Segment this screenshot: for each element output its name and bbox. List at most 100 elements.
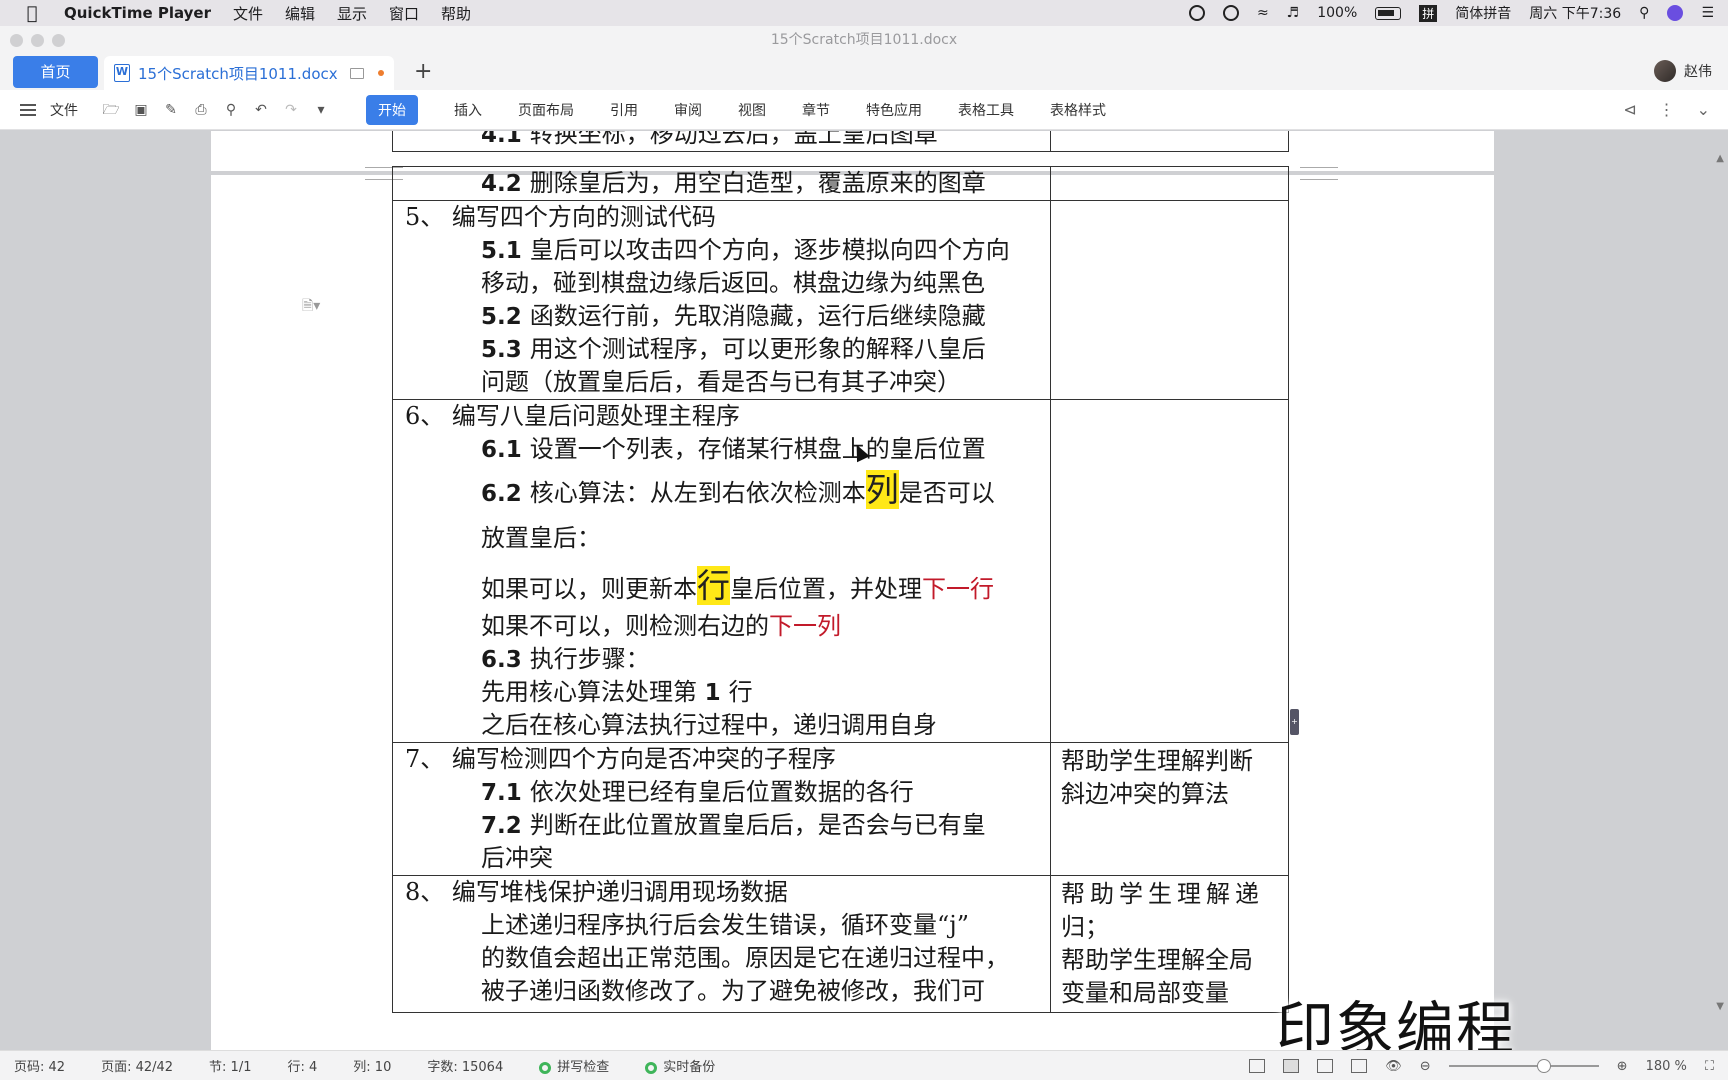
window-controls: [10, 34, 65, 47]
close-window-button[interactable]: [10, 34, 23, 47]
page-view-icon[interactable]: [1283, 1059, 1300, 1073]
clock[interactable]: 周六 下午7:36: [1529, 3, 1621, 23]
scroll-up-icon[interactable]: ▲: [1716, 153, 1724, 164]
input-method-icon[interactable]: 拼: [1419, 4, 1438, 22]
item-number: 6.1: [481, 437, 522, 463]
print-icon[interactable]: ⎙: [192, 102, 210, 118]
status-bar: 页码: 42 页面: 42/42 节: 1/1 行: 4 列: 10 字数: 1…: [0, 1050, 1728, 1080]
tab-special-features[interactable]: 特色应用: [866, 100, 922, 120]
outline-text: 放置皇后：: [481, 524, 601, 552]
collapse-ribbon-icon[interactable]: ⌄: [1697, 100, 1710, 119]
save-icon[interactable]: ▣: [132, 102, 150, 118]
minimize-window-button[interactable]: [31, 34, 44, 47]
item-number: 6.3: [481, 647, 522, 673]
input-method-label[interactable]: 简体拼音: [1455, 3, 1511, 23]
spotlight-search-icon[interactable]: ⚲: [1639, 5, 1649, 21]
scroll-down-icon[interactable]: ▼: [1716, 1001, 1724, 1012]
previous-page-table: 4.1 转换坐标，移动过去后，盖上皇后图章: [392, 131, 1289, 152]
menu-view[interactable]: 显示: [337, 3, 367, 24]
open-folder-icon[interactable]: 🗁: [102, 102, 120, 118]
tab-view[interactable]: 视图: [738, 100, 766, 120]
tab-references[interactable]: 引用: [610, 100, 638, 120]
share-icon[interactable]: ⊲: [1623, 100, 1636, 119]
outline-view-icon[interactable]: [1317, 1059, 1334, 1073]
app-menu[interactable]: QuickTime Player: [64, 4, 211, 22]
outline-text: 设置一个列表，存储某行棋盘上的皇后位置: [529, 435, 986, 463]
vertical-scrollbar[interactable]: ▲ ▼: [1712, 131, 1728, 1050]
zoom-window-button[interactable]: [52, 34, 65, 47]
file-menu-button[interactable]: 文件: [50, 100, 78, 120]
zoom-slider-knob[interactable]: [1536, 1059, 1551, 1073]
new-tab-button[interactable]: +: [414, 56, 432, 88]
status-page[interactable]: 页面: 42/42: [101, 1056, 173, 1075]
crop-mark: [1300, 167, 1338, 168]
section-heading: 6、 编写八皇后问题处理主程序: [405, 402, 740, 430]
control-center-icon[interactable]: ☰: [1701, 5, 1714, 21]
outline-text: 先用核心算法处理第: [481, 678, 697, 706]
outline-text: 移动，碰到棋盘边缘后返回。棋盘边缘为纯黑色: [481, 269, 985, 297]
print-preview-icon[interactable]: ⚲: [222, 102, 240, 118]
status-section: 节: 1/1: [209, 1060, 252, 1075]
table-row: 8、 编写堆栈保护递归调用现场数据 上述递归程序执行后会发生错误，循环变量“j”…: [392, 875, 1289, 1013]
fullscreen-view-icon[interactable]: [1249, 1059, 1266, 1073]
menu-edit[interactable]: 编辑: [285, 3, 315, 24]
wifi-icon[interactable]: ≈: [1257, 5, 1269, 21]
user-name: 赵伟: [1684, 64, 1712, 80]
zoom-level[interactable]: 180 %: [1646, 1059, 1687, 1074]
home-tab[interactable]: 首页: [13, 56, 98, 88]
tab-insert[interactable]: 插入: [454, 100, 482, 120]
document-tab[interactable]: W 15个Scratch项目1011.docx: [104, 56, 394, 90]
tab-table-style[interactable]: 表格样式: [1050, 100, 1106, 120]
table-row: 7、 编写检测四个方向是否冲突的子程序 7.1 依次处理已经有皇后位置数据的各行 …: [392, 742, 1289, 876]
tab-home[interactable]: 开始: [366, 94, 418, 125]
note-text: 变量和局部变量: [1061, 979, 1229, 1007]
zoom-slider[interactable]: [1448, 1059, 1599, 1073]
outline-text: 用这个测试程序，可以更形象的解释八皇后: [529, 335, 986, 363]
outline-text: 行: [728, 678, 753, 706]
status-word-count[interactable]: 字数: 15064: [427, 1056, 503, 1075]
user-account[interactable]: 赵伟: [1654, 60, 1712, 82]
crop-mark: [1300, 179, 1338, 180]
outline-table[interactable]: 4.2 删除皇后为，用空白造型，覆盖原来的图章 5、 编写四个方向的测试代码 5.…: [392, 166, 1289, 1013]
highlighted-text: 列: [865, 470, 899, 509]
item-number: 4.1: [481, 131, 522, 148]
item-number: 5.2: [481, 304, 522, 330]
tab-page-layout[interactable]: 页面布局: [518, 100, 574, 120]
table-row: 4.2 删除皇后为，用空白造型，覆盖原来的图章: [392, 166, 1289, 201]
more-options-icon[interactable]: ⋮: [1659, 100, 1675, 119]
format-painter-icon[interactable]: ✎: [162, 102, 180, 118]
undo-icon[interactable]: ↶: [252, 102, 270, 118]
word-doc-icon: W: [114, 64, 130, 82]
quick-access-dropdown-icon[interactable]: ▾: [312, 102, 330, 118]
document-canvas[interactable]: 4.1 转换坐标，移动过去后，盖上皇后图章 4.2 删除皇后为，用空白造型，覆盖原来…: [0, 131, 1728, 1050]
tab-section[interactable]: 章节: [802, 100, 830, 120]
screen-record-icon[interactable]: [1188, 5, 1205, 21]
item-number: 5.3: [481, 337, 522, 363]
zoom-in-icon[interactable]: ⊕: [1617, 1059, 1628, 1074]
eye-protection-icon[interactable]: 👁: [1385, 1059, 1402, 1074]
siri-icon[interactable]: [1667, 5, 1684, 21]
document-tab-label: 15个Scratch项目1011.docx: [138, 64, 338, 83]
paragraph-menu-icon[interactable]: 🗎▾: [302, 295, 320, 319]
battery-icon[interactable]: [1375, 6, 1402, 20]
auto-backup-toggle[interactable]: 实时备份: [645, 1056, 715, 1075]
ribbon-toolbar: 文件 🗁 ▣ ✎ ⎙ ⚲ ↶ ↷ ▾ 开始 插入 页面布局 引用 审阅 视图 章…: [0, 90, 1728, 130]
backup-label: 实时备份: [663, 1060, 716, 1075]
apple-menu-icon[interactable]: : [0, 3, 64, 24]
fit-window-icon[interactable]: ⛶: [1705, 1059, 1714, 1074]
tab-table-tools[interactable]: 表格工具: [958, 100, 1014, 120]
table-resize-handle[interactable]: +: [1290, 709, 1299, 735]
section-heading: 8、 编写堆栈保护递归调用现场数据: [405, 878, 788, 906]
outline-text: 如果可以，则更新本: [481, 575, 697, 603]
menu-help[interactable]: 帮助: [441, 3, 471, 24]
tab-review[interactable]: 审阅: [674, 100, 702, 120]
menu-window[interactable]: 窗口: [389, 3, 419, 24]
zoom-out-icon[interactable]: ⊖: [1420, 1059, 1431, 1074]
menu-icon[interactable]: [20, 103, 36, 116]
redo-icon[interactable]: ↷: [282, 102, 300, 118]
menu-file[interactable]: 文件: [233, 3, 263, 24]
spell-check-toggle[interactable]: 拼写检查: [539, 1056, 609, 1075]
creative-cloud-icon[interactable]: [1222, 5, 1239, 21]
web-view-icon[interactable]: [1351, 1059, 1368, 1073]
volume-icon[interactable]: ♬: [1287, 5, 1300, 21]
